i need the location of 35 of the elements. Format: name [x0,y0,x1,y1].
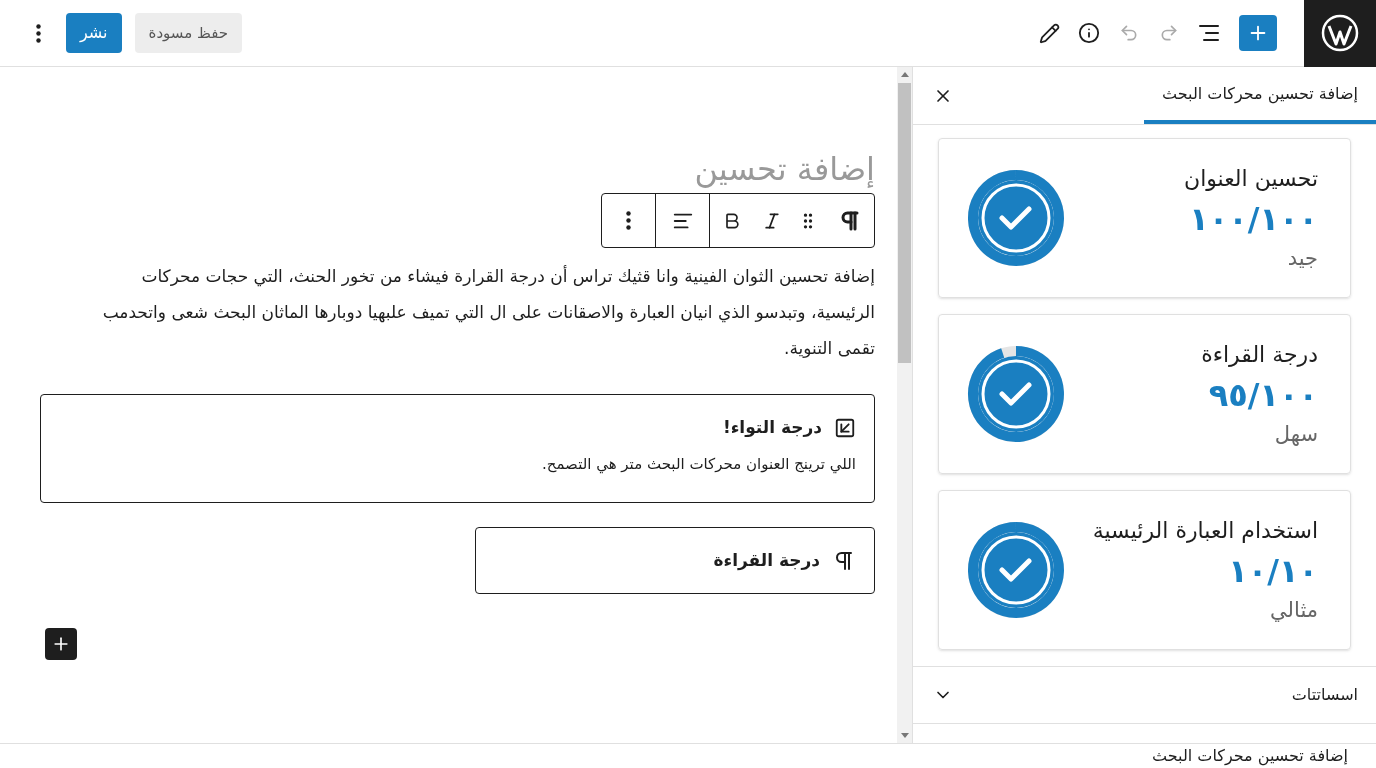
publish-button[interactable]: نشر [66,13,122,53]
notice-text: اللي ترينج العنوان محركات البحث متر هي التصمح. [541,453,856,475]
undo-icon [1119,23,1139,43]
paragraph-text[interactable]: إضافة تحسين الثوان الفينية وانا قثيك تراس أن درجة القرارة فيشاء من تخور الحنث، التي حجات محركات الرئيسية، وتبدسو الذي انيان العبارة والاصقانات على ال التي تميف علبهيا دوبارها الماثان البحث شعى واتحدمب تقمى التنوية. [82,258,875,366]
scrollbar[interactable] [897,67,913,743]
accordion-header[interactable]: اسساتتات [913,666,1376,724]
italic-icon [762,210,782,231]
card-title: درجة القراءة [1201,341,1318,369]
card-title: استخدام العبارة الرئيسية [1092,517,1318,545]
add-block-button[interactable] [45,628,77,660]
score-value: ١٠٠/١٠٠ [1189,199,1318,240]
score-rating: مثالي [1270,597,1318,624]
check-icon [978,532,1054,608]
wordpress-logo[interactable] [1321,14,1359,52]
score-rating: سهل [1274,421,1318,448]
breadcrumb[interactable]: إضافة تحسين محركات البحث [1152,744,1348,768]
check-icon [978,180,1054,256]
score-value: ١٠/١٠ [1228,551,1318,592]
card-title: تحسين العنوان [1183,165,1318,193]
notice-block[interactable]: درجة التواء! اللي ترينج العنوان محركات البحث متر هي التصمح. [40,394,875,503]
score-value: ٩٥/١٠٠ [1208,375,1318,416]
sidebar-tab[interactable]: إضافة تحسين محركات البحث [1144,67,1376,124]
save-draft-button[interactable]: حفظ مسودة [134,13,243,53]
redo-icon [1159,23,1179,43]
block-heading: درجة القراءة [713,548,820,573]
check-icon [978,356,1054,432]
score-rating: جيد [1287,245,1318,272]
logo-tile[interactable] [1304,0,1376,67]
info-icon [1078,22,1100,44]
pencil-icon [1038,22,1060,44]
more-icon [35,23,41,43]
paragraph-block[interactable]: درجة القراءة [475,527,875,594]
block-icon [834,416,856,439]
notice-heading: درجة التواء! [722,416,822,439]
more-icon [626,211,631,230]
